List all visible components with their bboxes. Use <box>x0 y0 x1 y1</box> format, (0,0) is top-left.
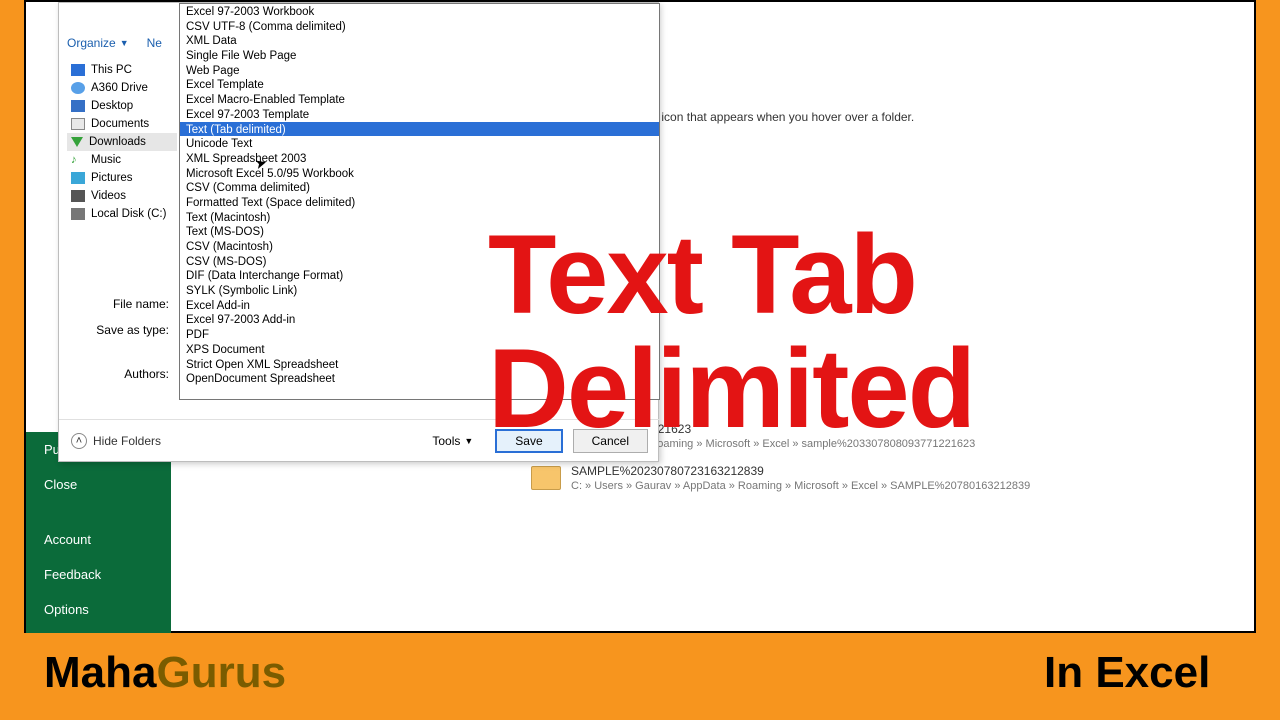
brand-logo: MahaGurus <box>44 648 286 698</box>
filetype-option[interactable]: Text (Tab delimited) <box>180 122 659 137</box>
overlay-title: Text Tab Delimited <box>488 218 974 446</box>
desktop-icon <box>71 100 85 112</box>
drive-icon <box>71 82 85 94</box>
pc-icon <box>71 64 85 76</box>
nav-music[interactable]: ♪Music <box>67 151 177 169</box>
nav-desktop[interactable]: Desktop <box>67 97 177 115</box>
filetype-option[interactable]: Excel 97-2003 Template <box>180 107 659 122</box>
doc-icon <box>71 118 85 130</box>
nav-local-disk-c-[interactable]: Local Disk (C:) <box>67 205 177 223</box>
in-excel-label: In Excel <box>1044 648 1210 698</box>
filetype-option[interactable]: Excel Template <box>180 77 659 92</box>
nav-tree: This PCA360 DriveDesktopDocumentsDownloa… <box>67 61 177 223</box>
backstage-account[interactable]: Account <box>26 522 171 557</box>
filetype-option[interactable]: Microsoft Excel 5.0/95 Workbook <box>180 166 659 181</box>
filetype-option[interactable]: XML Data <box>180 33 659 48</box>
chevron-down-icon: ▼ <box>120 38 129 48</box>
organize-button[interactable]: Organize▼ <box>67 36 129 50</box>
filetype-option[interactable]: Unicode Text <box>180 136 659 151</box>
field-labels: File name: Save as type: Authors: <box>69 297 169 393</box>
filetype-option[interactable]: Formatted Text (Space delimited) <box>180 195 659 210</box>
spacer <box>26 502 171 522</box>
pic-icon <box>71 172 85 184</box>
filetype-option[interactable]: CSV (Comma delimited) <box>180 180 659 195</box>
dialog-toolbar: Organize▼ Ne <box>67 31 162 55</box>
nav-this-pc[interactable]: This PC <box>67 61 177 79</box>
vid-icon <box>71 190 85 202</box>
nav-documents[interactable]: Documents <box>67 115 177 133</box>
music-icon: ♪ <box>71 154 85 166</box>
hide-folders-button[interactable]: ˄ Hide Folders <box>71 433 422 449</box>
nav-pictures[interactable]: Pictures <box>67 169 177 187</box>
filetype-option[interactable]: Single File Web Page <box>180 48 659 63</box>
chevron-up-icon: ˄ <box>71 433 87 449</box>
filetype-option[interactable]: Excel 97-2003 Workbook <box>180 4 659 19</box>
nav-downloads[interactable]: Downloads <box>67 133 177 151</box>
filetype-option[interactable]: XML Spreadsheet 2003 <box>180 151 659 166</box>
disk-icon <box>71 208 85 220</box>
authors-label: Authors: <box>69 367 169 393</box>
content-frame: Publish Close Account Feedback Options i… <box>24 0 1256 633</box>
filetype-option[interactable]: Excel Macro-Enabled Template <box>180 92 659 107</box>
filetype-option[interactable]: CSV UTF-8 (Comma delimited) <box>180 19 659 34</box>
new-folder-button[interactable]: Ne <box>147 36 162 50</box>
chevron-down-icon: ▼ <box>464 436 473 446</box>
backstage-close[interactable]: Close <box>26 467 171 502</box>
recent-folder-item[interactable]: SAMPLE%20230780723163212839C: » Users » … <box>531 464 1030 492</box>
backstage-options[interactable]: Options <box>26 592 171 627</box>
filetype-option[interactable]: Web Page <box>180 63 659 78</box>
saveastype-label: Save as type: <box>69 323 169 349</box>
filename-label: File name: <box>69 297 169 323</box>
excel-backstage-sidebar: Publish Close Account Feedback Options <box>26 432 171 633</box>
tools-button[interactable]: Tools▼ <box>432 434 473 448</box>
folder-icon <box>531 466 561 490</box>
dl-icon <box>71 137 83 147</box>
nav-videos[interactable]: Videos <box>67 187 177 205</box>
backstage-feedback[interactable]: Feedback <box>26 557 171 592</box>
nav-a360-drive[interactable]: A360 Drive <box>67 79 177 97</box>
